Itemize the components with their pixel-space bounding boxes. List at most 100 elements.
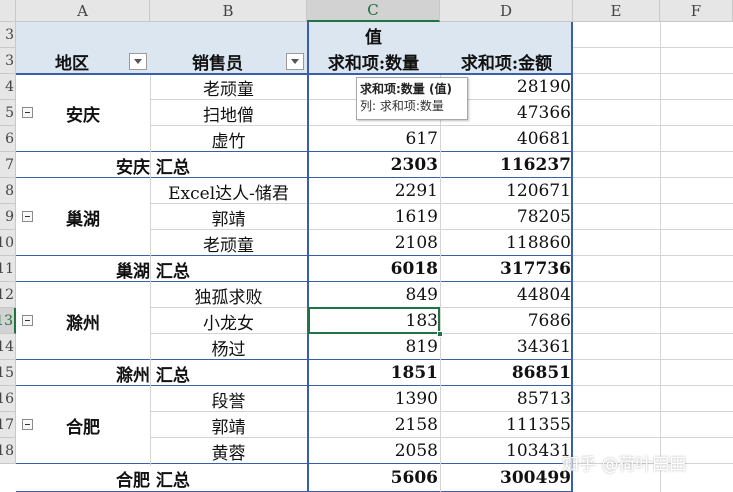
seller-cell[interactable]: 小龙女 [150,308,307,334]
gridline [573,229,733,230]
seller-cell[interactable]: 郭靖 [150,412,307,438]
subtotal-label[interactable]: 安庆 汇总 [116,152,306,178]
row-header[interactable]: 4 [0,74,16,100]
quantity-cell[interactable]: 2291 [307,178,440,204]
quantity-cell[interactable]: 1390 [307,386,440,412]
subtotal-label[interactable]: 巢湖 汇总 [116,256,306,282]
quantity-cell[interactable]: 617 [307,126,440,152]
collapse-group-button[interactable] [22,211,33,222]
quantity-cell[interactable]: 2108 [307,230,440,256]
subtotal-amount[interactable]: 300499 [440,464,573,492]
row-header[interactable]: 6 [0,126,16,152]
gridline [573,281,733,282]
amount-cell[interactable]: 111355 [440,412,573,438]
column-header-f[interactable]: F [660,0,733,22]
subtotal-amount[interactable]: 86851 [440,360,573,386]
amount-cell[interactable]: 78205 [440,204,573,230]
amount-cell[interactable]: 118860 [440,230,573,256]
minus-icon [25,320,30,321]
collapse-group-button[interactable] [22,315,33,326]
amount-cell[interactable]: 120671 [440,178,573,204]
row-header[interactable]: 8 [0,178,16,204]
collapse-group-button[interactable] [22,107,33,118]
active-cell-border [308,307,440,334]
row-header[interactable]: 14 [0,334,16,360]
quantity-cell[interactable]: 2058 [307,438,440,464]
row-header[interactable]: 17 [0,412,16,438]
pivot-border [571,22,573,492]
region-cell[interactable]: 滁州 [16,282,150,360]
watermark: 知乎 @荷叶田田 [562,455,687,475]
quantity-cell[interactable]: 1619 [307,204,440,230]
quantity-cell[interactable]: 849 [307,282,440,308]
gridline [573,307,733,308]
gridline [150,74,151,466]
gridline [573,411,733,412]
chevron-down-icon [291,59,299,64]
seller-cell[interactable]: 独孤求败 [150,282,307,308]
column-header-a[interactable]: A [16,0,150,22]
pivot-border [307,22,309,492]
gridline [573,203,733,204]
subtotal-quantity[interactable]: 1851 [307,360,440,386]
row-header[interactable]: 7 [0,152,16,178]
seller-cell[interactable]: 黄蓉 [150,438,307,464]
region-cell[interactable]: 巢湖 [16,178,150,256]
seller-cell[interactable]: 老顽童 [150,230,307,256]
values-label: 值 [365,27,382,48]
fill-handle[interactable] [437,331,443,337]
quantity-cell[interactable]: 819 [307,334,440,360]
gridline [573,359,733,360]
select-all-corner[interactable] [0,0,16,22]
seller-cell[interactable]: 老顽童 [150,74,307,100]
subtotal-label[interactable]: 滁州 汇总 [116,360,306,386]
column-header-e[interactable]: E [573,0,660,22]
minus-icon [25,112,30,113]
subtotal-quantity[interactable]: 2303 [307,152,440,178]
column-header-c[interactable]: C [307,0,440,22]
seller-cell[interactable]: 扫地僧 [150,100,307,126]
seller-cell[interactable]: 郭靖 [150,204,307,230]
gridline [573,437,733,438]
subtotal-quantity[interactable]: 6018 [307,256,440,282]
amount-cell[interactable]: 7686 [440,308,573,334]
collapse-group-button[interactable] [22,419,33,430]
column-header-b[interactable]: B [150,0,307,22]
row-header[interactable]: 3 [0,22,16,48]
subtotal-amount[interactable]: 317736 [440,256,573,282]
amount-cell[interactable]: 44804 [440,282,573,308]
minus-icon [25,424,30,425]
subtotal-quantity[interactable]: 5606 [307,464,440,492]
gridline [660,22,661,492]
seller-cell[interactable]: 段誉 [150,386,307,412]
region-cell[interactable]: 合肥 [16,386,150,464]
amount-cell[interactable]: 85713 [440,386,573,412]
row-header[interactable]: 13 [0,308,16,334]
seller-filter-button[interactable] [286,53,304,70]
amount-cell[interactable]: 103431 [440,438,573,464]
row-header[interactable]: 5 [0,100,16,126]
row-header[interactable]: 11 [0,256,16,282]
tooltip-subtitle: 列: 求和项:数量 [360,99,444,113]
tooltip-title: 求和项:数量 (值) [360,82,452,96]
subtotal-amount[interactable]: 116237 [440,152,573,178]
amount-cell[interactable]: 40681 [440,126,573,152]
seller-cell[interactable]: 杨过 [150,334,307,360]
row-header[interactable]: 10 [0,230,16,256]
region-cell[interactable]: 安庆 [16,74,150,152]
row-header[interactable]: 12 [0,282,16,308]
amount-sum-header: 求和项:金额 [460,53,553,74]
amount-cell[interactable]: 34361 [440,334,573,360]
column-header-d[interactable]: D [440,0,573,22]
seller-cell[interactable]: 虚竹 [150,126,307,152]
row-header[interactable]: 16 [0,386,16,412]
region-filter-button[interactable] [129,53,147,70]
row-header[interactable]: 15 [0,360,16,386]
seller-cell[interactable]: Excel达人-储君 [150,178,307,204]
row-header[interactable]: 3 [0,48,16,74]
subtotal-label[interactable]: 合肥 汇总 [116,464,306,492]
gridline [573,385,733,386]
row-header[interactable]: 9 [0,204,16,230]
quantity-cell[interactable]: 2158 [307,412,440,438]
row-header[interactable]: 18 [0,438,16,464]
